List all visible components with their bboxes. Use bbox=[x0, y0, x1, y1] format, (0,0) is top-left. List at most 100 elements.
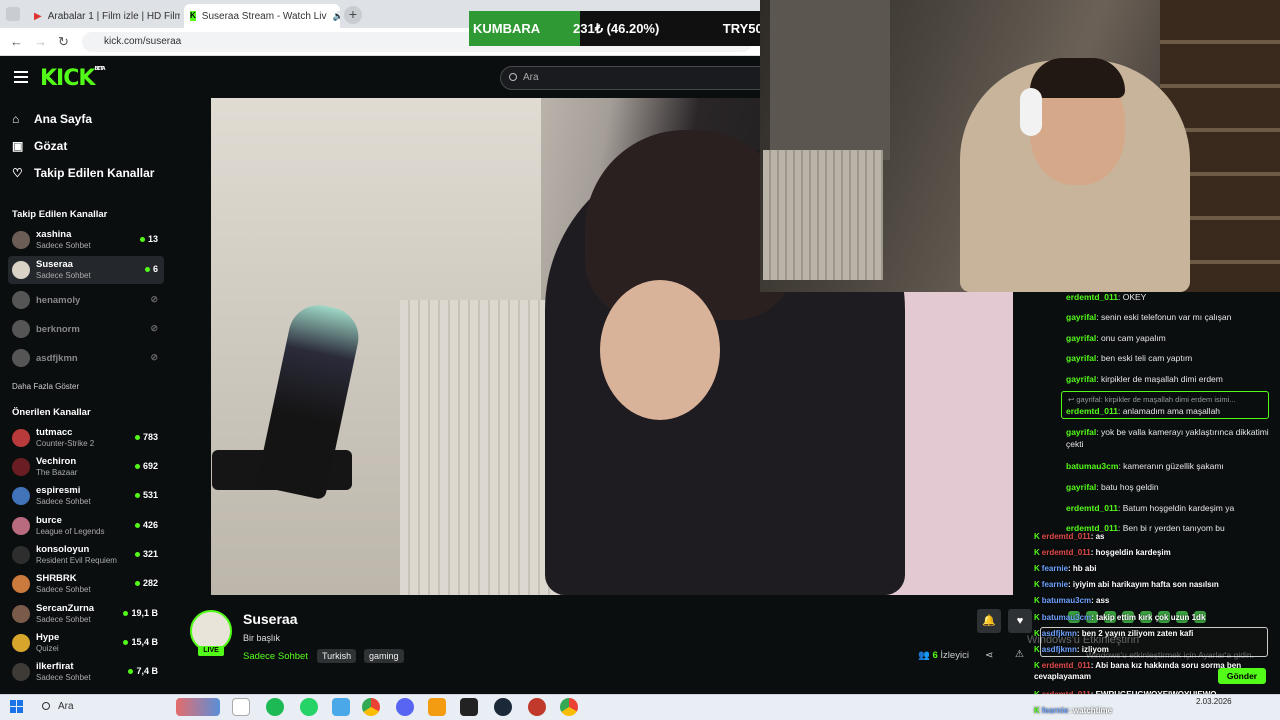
offline-icon: ⊘ bbox=[150, 294, 158, 304]
viewer-count: 692 bbox=[134, 461, 158, 471]
goal-label: KUMBARA bbox=[469, 11, 580, 46]
app-icon[interactable] bbox=[528, 698, 546, 716]
viewer-count: 13 bbox=[139, 234, 158, 244]
offline-icon: ⊘ bbox=[150, 352, 158, 362]
show-more-link[interactable]: Daha Fazla Göster bbox=[12, 382, 79, 391]
chrome-icon[interactable] bbox=[560, 698, 578, 716]
chat-username[interactable]: gayrifal bbox=[1066, 374, 1096, 384]
followed-channel-berknorm[interactable]: berknorm ⊘ bbox=[8, 315, 164, 343]
taskbar-search[interactable]: Ara bbox=[38, 697, 168, 717]
live-dot-icon bbox=[134, 523, 140, 529]
live-dot-icon bbox=[139, 237, 145, 243]
channel-category: Sadece Sohbet bbox=[36, 271, 91, 280]
clock-date: 2.03.2026 bbox=[1196, 697, 1232, 706]
new-tab-button[interactable]: + bbox=[344, 6, 362, 24]
steam-icon[interactable] bbox=[494, 698, 512, 716]
browse-icon: ▣ bbox=[12, 139, 24, 153]
kick-badge-icon: K bbox=[1034, 661, 1040, 670]
recommended-channel-vechiron[interactable]: Vechiron The Bazaar 692 bbox=[8, 453, 164, 481]
chat-username[interactable]: erdemtd_011 bbox=[1066, 292, 1118, 302]
recommended-channel-tutmacc[interactable]: tutmacc Counter-Strike 2 783 bbox=[8, 424, 164, 452]
avatar bbox=[12, 546, 30, 564]
browser-tab-arabalar[interactable]: ▶ Arabalar 1 | Film izle | HD Film ✕ bbox=[28, 4, 180, 28]
app-icon[interactable] bbox=[332, 698, 350, 716]
recommended-channel-konsoloyun[interactable]: konsoloyun Resident Evil Requiem 321 bbox=[8, 541, 164, 569]
whatsapp-icon[interactable] bbox=[300, 698, 318, 716]
tag-gaming[interactable]: gaming bbox=[364, 649, 404, 663]
search-input[interactable]: Ara bbox=[500, 66, 762, 90]
avatar bbox=[12, 291, 30, 309]
recommended-channel-ilkerfirat[interactable]: ilkerfirat Sadece Sohbet 7,4 B bbox=[8, 658, 164, 686]
obs-icon[interactable] bbox=[460, 698, 478, 716]
overlay-chat-message: Kfearnie: iyiyim abi harikayım hafta son… bbox=[1034, 579, 1219, 590]
chat-username[interactable]: gayrifal bbox=[1066, 353, 1096, 363]
audio-icon[interactable]: 🔊 bbox=[332, 11, 340, 22]
nav-label: Ana Sayfa bbox=[34, 112, 93, 126]
channel-name: SercanZurna bbox=[36, 603, 95, 614]
channel-name: berknorm bbox=[36, 324, 80, 335]
chat-message: gayrifal: kirpikler de maşallah dimi erd… bbox=[1066, 373, 1272, 385]
viewer-count: 7,4 B bbox=[128, 666, 158, 676]
chat-message: gayrifal: ben eski teli cam yaptım bbox=[1066, 352, 1272, 364]
chrome-icon[interactable] bbox=[362, 698, 380, 716]
viewer-count-label: İzleyici bbox=[940, 650, 969, 661]
viewer-count: 282 bbox=[134, 578, 158, 588]
followed-header: Takip Edilen Kanallar bbox=[12, 209, 108, 220]
task-view-icon[interactable] bbox=[232, 698, 250, 716]
browser-tab-suseraa[interactable]: K Suseraa Stream - Watch Liv 🔊 ✕ bbox=[184, 4, 340, 28]
overlay-text: : iyiyim abi harikayım hafta son nasılsı… bbox=[1068, 580, 1219, 589]
followed-channel-asdfjkmn[interactable]: asdfjkmn ⊘ bbox=[8, 344, 164, 372]
viewer-count: 783 bbox=[134, 432, 158, 442]
viewer-count: 321 bbox=[134, 549, 158, 559]
recommended-channel-burce[interactable]: burce League of Legends 426 bbox=[8, 512, 164, 540]
discord-icon[interactable] bbox=[396, 698, 414, 716]
share-icon[interactable]: ⋖ bbox=[985, 650, 993, 661]
tab-menu-icon[interactable] bbox=[6, 7, 20, 21]
back-icon[interactable]: ← bbox=[10, 34, 23, 49]
widget-icon[interactable] bbox=[176, 698, 220, 716]
follow-heart-button[interactable]: ♥ bbox=[1008, 609, 1032, 633]
spotify-icon[interactable] bbox=[266, 698, 284, 716]
avatar bbox=[12, 458, 30, 476]
kick-badge-icon: K bbox=[1034, 629, 1040, 638]
nav-home[interactable]: ⌂ Ana Sayfa bbox=[12, 112, 92, 126]
overlay-text: : watchtime bbox=[1068, 706, 1113, 715]
channel-info-bar bbox=[170, 595, 1032, 694]
recommended-channel-hype[interactable]: Hype Quizei 15,4 B bbox=[8, 629, 164, 657]
chat-username[interactable]: gayrifal bbox=[1066, 427, 1096, 437]
chat-username[interactable]: gayrifal bbox=[1066, 312, 1096, 322]
notification-bell-button[interactable]: 🔔 bbox=[977, 609, 1001, 633]
kick-badge-icon: K bbox=[1034, 564, 1040, 573]
tab-favicon-icon: ▶ bbox=[34, 10, 42, 22]
tag-turkish[interactable]: Turkish bbox=[317, 649, 357, 663]
avatar bbox=[12, 487, 30, 505]
nav-browse[interactable]: ▣ Gözat bbox=[12, 139, 67, 153]
stream-category-link[interactable]: Sadece Sohbet bbox=[243, 651, 308, 662]
followed-channel-suseraa[interactable]: Suseraa Sadece Sohbet 6 bbox=[8, 256, 164, 284]
kick-badge-icon: K bbox=[1034, 645, 1040, 654]
channel-category: Sadece Sohbet bbox=[36, 241, 91, 250]
windows-start-icon[interactable] bbox=[10, 700, 23, 713]
chat-username[interactable]: erdemtd_011 bbox=[1066, 406, 1118, 416]
forward-icon[interactable]: → bbox=[34, 34, 47, 49]
chat-username[interactable]: gayrifal bbox=[1066, 482, 1096, 492]
chat-username[interactable]: gayrifal bbox=[1066, 333, 1096, 343]
recommended-channel-shrbrk[interactable]: SHRBRK Sadece Sohbet 282 bbox=[8, 570, 164, 598]
report-icon[interactable]: ⚠ bbox=[1015, 649, 1024, 660]
avatar bbox=[12, 320, 30, 338]
reload-icon[interactable]: ↻ bbox=[58, 34, 69, 50]
followed-channel-henamoly[interactable]: henamoly ⊘ bbox=[8, 286, 164, 314]
chat-username[interactable]: erdemtd_011 bbox=[1066, 503, 1118, 513]
kick-logo[interactable]: KICKBETA bbox=[40, 66, 106, 91]
app-icon[interactable] bbox=[428, 698, 446, 716]
chat-username[interactable]: batumau3cm bbox=[1066, 461, 1118, 471]
live-dot-icon bbox=[134, 464, 140, 470]
recommended-channel-espiresmi[interactable]: espiresmi Sadece Sohbet 531 bbox=[8, 482, 164, 510]
nav-following[interactable]: ♡ Takip Edilen Kanallar bbox=[12, 166, 154, 180]
channel-name[interactable]: Suseraa bbox=[243, 611, 297, 627]
menu-icon[interactable] bbox=[14, 71, 28, 83]
recommended-channel-sercanzurna[interactable]: SercanZurna Sadece Sohbet 19,1 B bbox=[8, 600, 164, 628]
followed-channel-xashina[interactable]: xashina Sadece Sohbet 13 bbox=[8, 226, 164, 254]
send-button[interactable]: Gönder bbox=[1218, 668, 1266, 684]
viewer-count-value: 426 bbox=[142, 520, 158, 530]
